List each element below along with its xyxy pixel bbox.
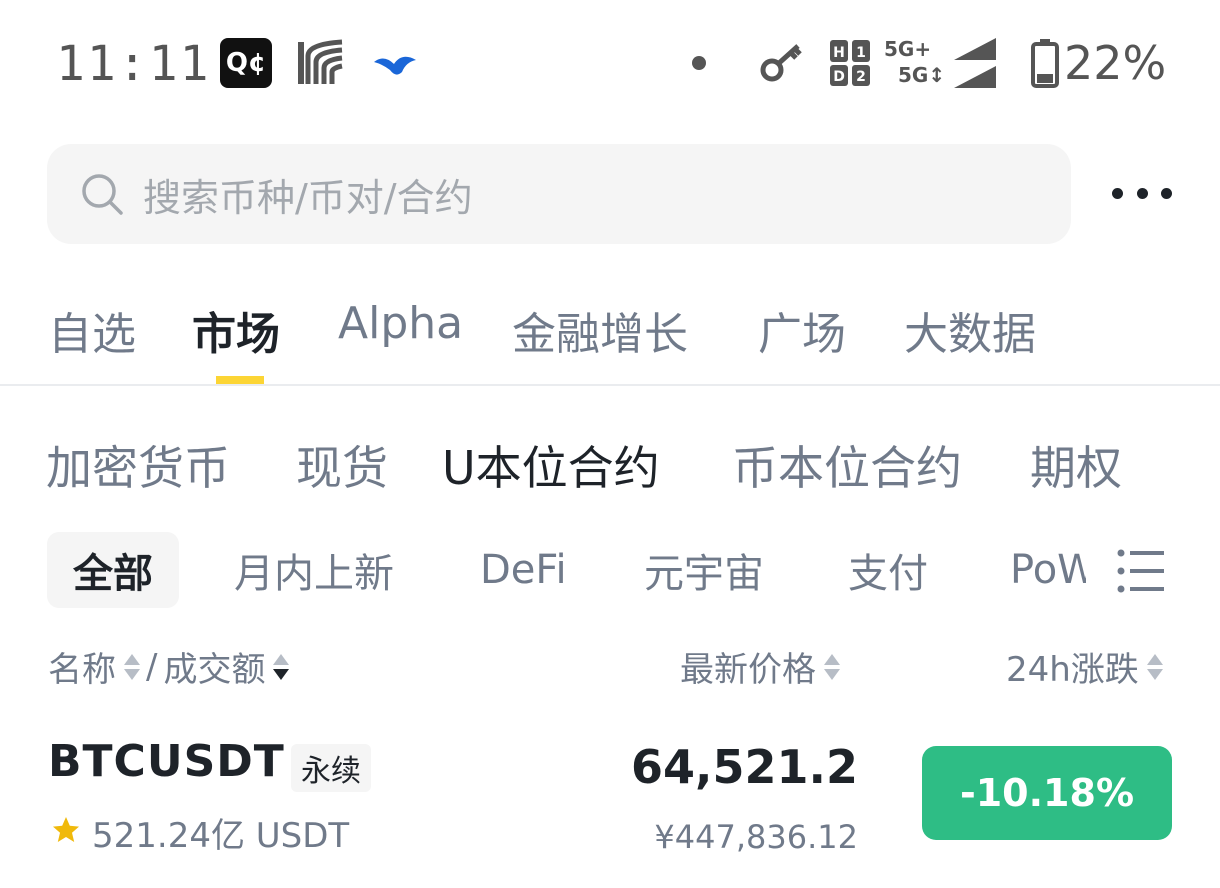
price-column-label: 最新价格: [680, 650, 816, 690]
name-column-label: 名称: [48, 650, 116, 690]
perpetual-badge: 永续: [291, 744, 371, 792]
tab-data[interactable]: 大数据: [904, 298, 1036, 362]
status-time: 11:11: [56, 36, 211, 92]
subtab-crypto[interactable]: 加密货币: [46, 432, 230, 498]
search-icon: [82, 174, 123, 215]
more-dot-icon: [1161, 187, 1172, 199]
subtab-options[interactable]: 期权: [1030, 432, 1122, 498]
chip-payments[interactable]: 支付: [848, 532, 928, 608]
svg-text:D: D: [833, 69, 845, 85]
column-separator: /: [146, 646, 158, 687]
sort-icon: [124, 652, 140, 682]
svg-text:1: 1: [856, 45, 866, 61]
tab-square[interactable]: 广场: [758, 298, 846, 362]
bird-icon: [374, 56, 416, 75]
subtab-usdm-futures[interactable]: U本位合约: [442, 432, 660, 498]
status-bar: 11:11 Q¢ H 1 D 2 5G+ 5G↕ 22%: [0, 30, 1220, 100]
key-icon: [760, 44, 802, 82]
svg-text:H: H: [833, 45, 845, 61]
volume-column-label: 成交额: [163, 650, 266, 690]
tab-favorites[interactable]: 自选: [48, 298, 136, 362]
symbol-name: BTCUSDT: [48, 736, 285, 787]
battery-icon: [1031, 39, 1059, 88]
chip-new-listings[interactable]: 月内上新: [234, 532, 394, 608]
trade-volume: 521.24亿 USDT: [92, 816, 350, 856]
sort-icon: [824, 652, 840, 682]
category-chip-bar: 全部 月内上新 DeFi 元宇宙 支付 PoW: [0, 532, 1220, 612]
main-tab-bar: 自选 市场 Alpha 金融增长 广场 大数据: [0, 294, 1220, 386]
app-notification-icon: Q¢: [220, 38, 272, 88]
tab-alpha[interactable]: Alpha: [338, 298, 463, 349]
search-placeholder: 搜索币种/币对/合约: [143, 175, 473, 220]
more-dot-icon: [1136, 187, 1148, 199]
hd-voice-icon: H 1 D 2: [830, 40, 870, 86]
market-list-header: 名称 / 成交额 最新价格 24h涨跌: [0, 642, 1220, 692]
svg-text:2: 2: [856, 69, 866, 85]
network-type-bottom: 5G: [898, 63, 929, 87]
more-dot-icon: [1112, 187, 1123, 199]
category-list-icon[interactable]: [1116, 548, 1166, 594]
chip-all[interactable]: 全部: [47, 532, 179, 608]
sort-by-price[interactable]: 最新价格: [680, 642, 840, 691]
search-input[interactable]: 搜索币种/币对/合约: [47, 144, 1071, 244]
chip-pow[interactable]: PoW: [1010, 532, 1086, 608]
tab-markets[interactable]: 市场: [192, 298, 280, 362]
subtab-coinm-futures[interactable]: 币本位合约: [732, 432, 962, 498]
sort-desc-icon: [273, 652, 290, 682]
stripes-app-icon: [298, 39, 343, 84]
sort-by-name[interactable]: 名称 / 成交额: [48, 642, 290, 691]
subtab-spot[interactable]: 现货: [296, 432, 388, 498]
fiat-price: ¥447,836.12: [654, 818, 858, 856]
chip-defi[interactable]: DeFi: [480, 532, 567, 608]
network-type-top: 5G+: [884, 37, 932, 61]
network-type: 5G+ 5G↕: [884, 37, 946, 87]
last-price: 64,521.2: [631, 740, 858, 794]
market-row[interactable]: BTCUSDT 永续 521.24亿 USDT 64,521.2 ¥447,83…: [0, 736, 1220, 866]
chip-metaverse[interactable]: 元宇宙: [644, 532, 764, 608]
battery-percentage: 22%: [1064, 36, 1167, 90]
sort-icon: [1146, 652, 1163, 682]
favorite-star-icon[interactable]: [52, 816, 80, 844]
sort-by-change[interactable]: 24h涨跌: [1006, 642, 1163, 691]
change-column-label: 24h涨跌: [1006, 650, 1139, 690]
tab-earn[interactable]: 金融增长: [512, 298, 688, 362]
more-options-button[interactable]: [1112, 178, 1172, 208]
notification-dot: [692, 56, 706, 70]
change-24h-badge[interactable]: -10.18%: [922, 746, 1172, 840]
market-sub-tab-bar: 加密货币 现货 U本位合约 币本位合约 期权: [0, 432, 1220, 496]
signal-icon: [954, 38, 996, 88]
active-tab-indicator: [216, 376, 264, 384]
